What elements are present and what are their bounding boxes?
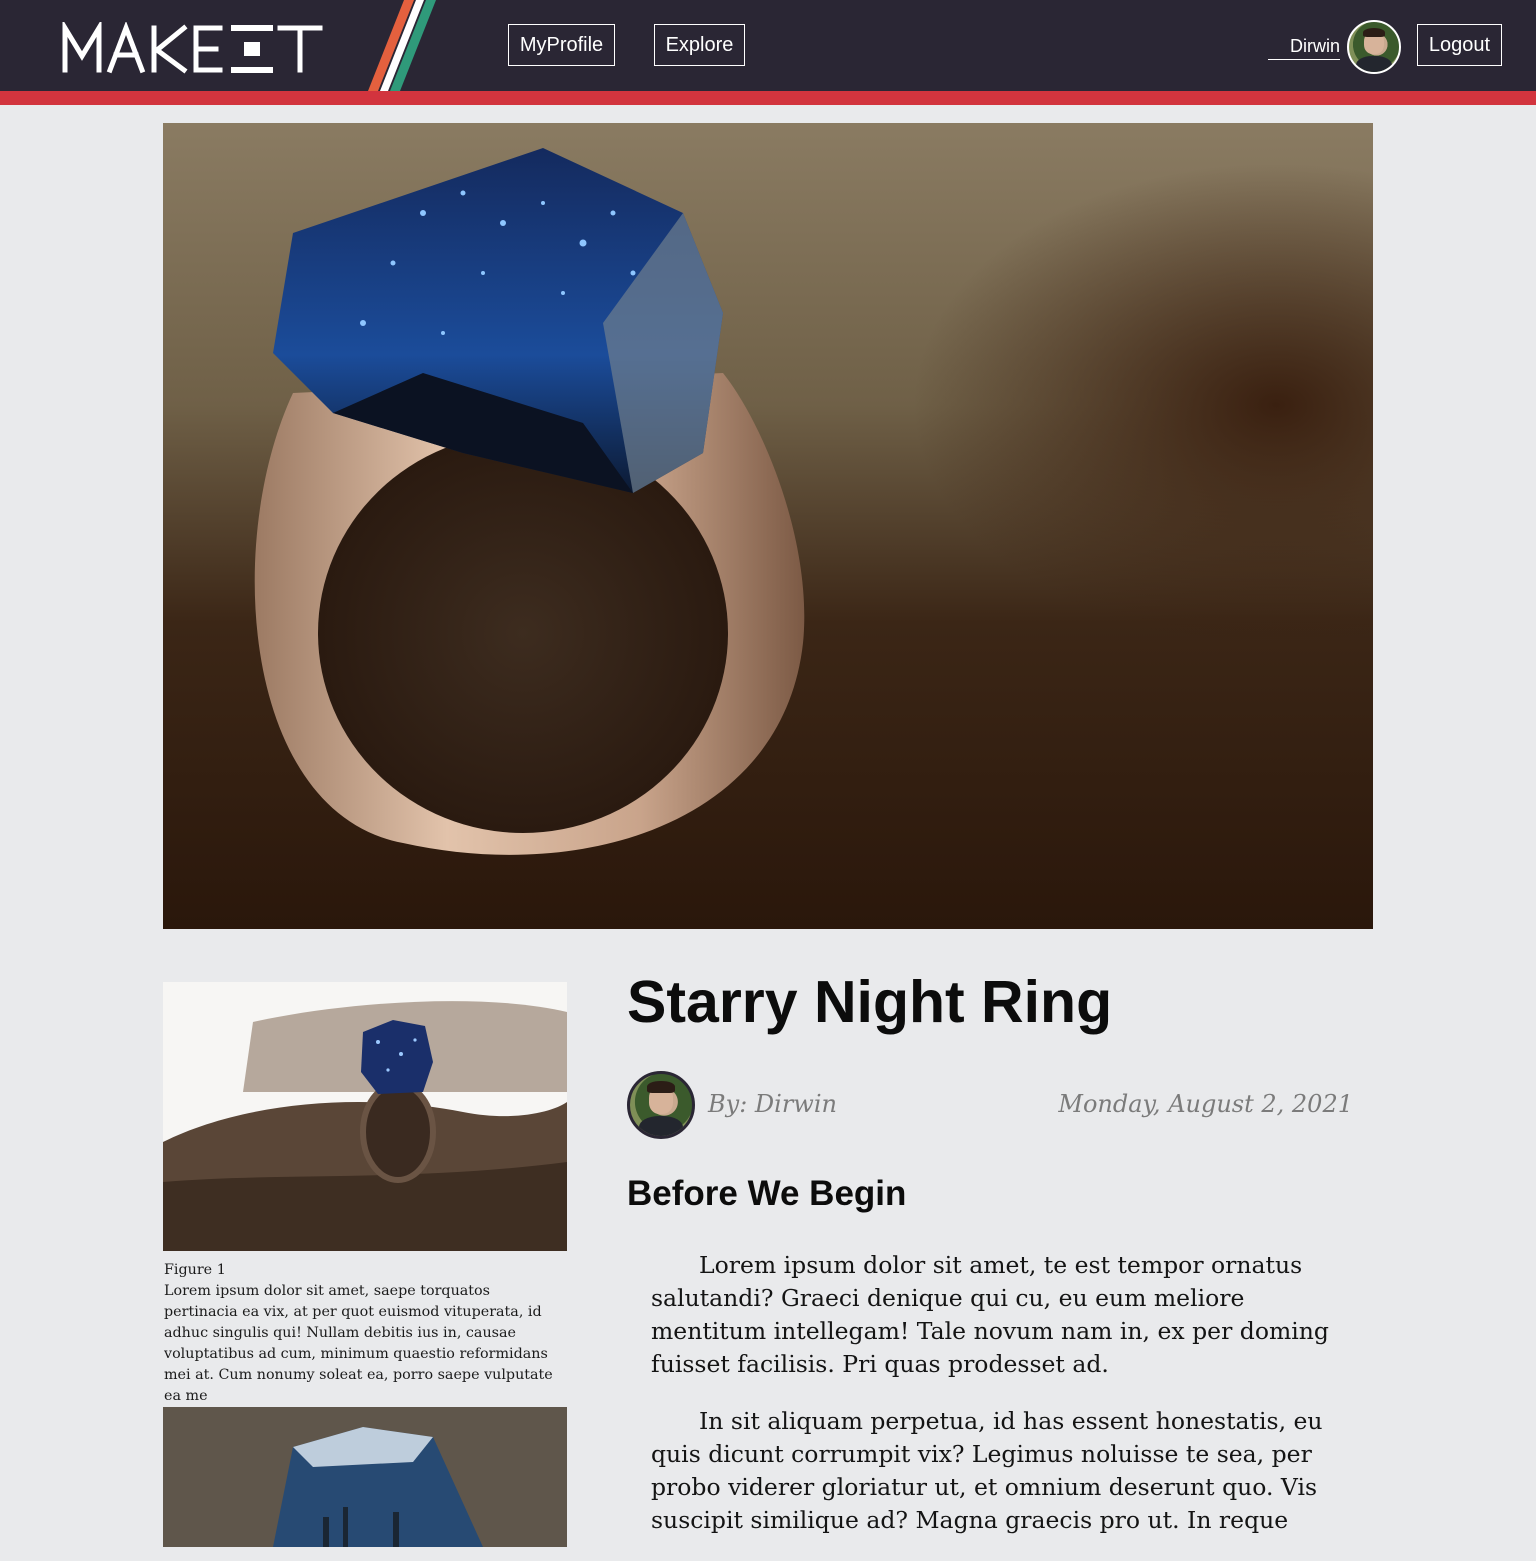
nav-explore-button[interactable]: Explore <box>654 24 745 66</box>
section-heading: Before We Begin <box>627 1174 907 1213</box>
author-avatar-icon[interactable] <box>627 1071 695 1139</box>
user-profile-link[interactable]: Dirwin <box>1268 34 1340 60</box>
figure-1-caption: Figure 1 Lorem ipsum dolor sit amet, sae… <box>164 1260 568 1407</box>
article-paragraph: Lorem ipsum dolor sit amet, te est tempo… <box>651 1251 1329 1378</box>
article-body: Lorem ipsum dolor sit amet, te est tempo… <box>651 1249 1331 1561</box>
figure-1-image <box>163 982 567 1251</box>
article-paragraph: In sit aliquam perpetua, id has essent h… <box>651 1407 1323 1534</box>
figure-2-image <box>163 1407 567 1547</box>
nav-myprofile-button[interactable]: MyProfile <box>508 24 615 66</box>
figure-label: Figure 1 <box>164 1262 226 1278</box>
figure-caption-text: Lorem ipsum dolor sit amet, saepe torqua… <box>164 1283 553 1404</box>
article-title: Starry Night Ring <box>627 969 1113 1035</box>
article-date: Monday, August 2, 2021 <box>1058 1090 1353 1118</box>
header-accent-bar <box>0 91 1536 105</box>
hero-ring-image <box>163 123 1373 929</box>
logout-button[interactable]: Logout <box>1417 24 1502 66</box>
brand-stripes-decoration <box>368 0 436 91</box>
article-byline: By: Dirwin <box>708 1090 837 1118</box>
top-navbar: MyProfile Explore Dirwin Logout <box>0 0 1536 91</box>
user-avatar-icon[interactable] <box>1347 20 1401 74</box>
makeit-logo[interactable] <box>62 19 324 74</box>
